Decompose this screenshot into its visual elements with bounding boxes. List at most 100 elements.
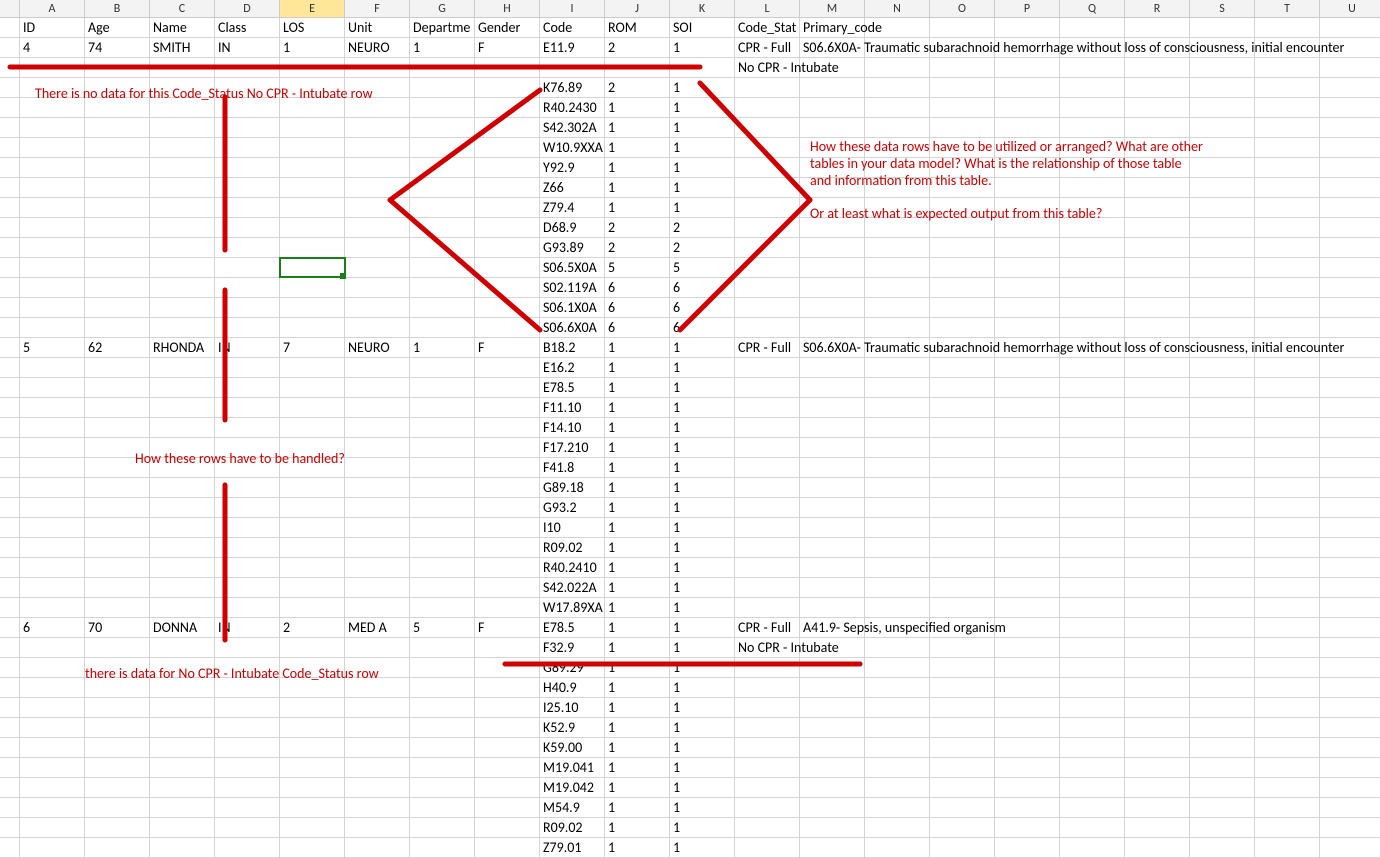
data-cell[interactable] xyxy=(20,718,85,737)
data-cell[interactable] xyxy=(1125,778,1190,797)
data-cell[interactable] xyxy=(475,138,540,157)
data-cell[interactable] xyxy=(475,378,540,397)
data-cell[interactable] xyxy=(1060,798,1125,817)
data-cell[interactable] xyxy=(475,318,540,337)
data-cell[interactable]: 1 xyxy=(605,398,670,417)
data-cell[interactable] xyxy=(1060,318,1125,337)
data-cell[interactable] xyxy=(930,478,995,497)
data-cell[interactable]: 1 xyxy=(670,98,735,117)
data-cell[interactable]: 1 xyxy=(410,338,475,357)
data-cell[interactable] xyxy=(865,658,930,677)
data-cell[interactable] xyxy=(1125,298,1190,317)
data-cell[interactable] xyxy=(865,358,930,377)
data-cell[interactable] xyxy=(85,678,150,697)
data-cell[interactable] xyxy=(930,558,995,577)
data-cell[interactable] xyxy=(1320,278,1380,297)
data-cell[interactable] xyxy=(410,258,475,277)
spreadsheet-grid[interactable]: IDAgeNameClassLOSUnitDepartmeGenderCodeR… xyxy=(0,18,1380,858)
data-cell[interactable]: 5 xyxy=(670,258,735,277)
data-cell[interactable] xyxy=(1125,438,1190,457)
data-cell[interactable] xyxy=(150,478,215,497)
data-cell[interactable] xyxy=(1125,658,1190,677)
data-cell[interactable] xyxy=(800,98,865,117)
data-cell[interactable]: Z79.01 xyxy=(540,838,605,857)
data-cell[interactable] xyxy=(1255,718,1320,737)
data-cell[interactable] xyxy=(1190,498,1255,517)
data-cell[interactable] xyxy=(0,678,20,697)
data-cell[interactable]: 1 xyxy=(605,158,670,177)
data-cell[interactable] xyxy=(410,558,475,577)
data-cell[interactable] xyxy=(1320,578,1380,597)
data-cell[interactable] xyxy=(735,178,800,197)
header-cell[interactable]: Code_Stat xyxy=(735,18,800,37)
data-cell[interactable] xyxy=(995,678,1060,697)
data-cell[interactable] xyxy=(865,578,930,597)
data-cell[interactable]: 1 xyxy=(670,738,735,757)
data-cell[interactable] xyxy=(280,138,345,157)
data-cell[interactable]: 5 xyxy=(20,338,85,357)
data-cell[interactable]: 1 xyxy=(670,78,735,97)
data-cell[interactable] xyxy=(865,98,930,117)
data-cell[interactable] xyxy=(865,278,930,297)
data-cell[interactable] xyxy=(1190,698,1255,717)
data-cell[interactable] xyxy=(865,458,930,477)
data-cell[interactable] xyxy=(280,738,345,757)
data-cell[interactable] xyxy=(1255,178,1320,197)
data-cell[interactable]: 6 xyxy=(670,318,735,337)
data-cell[interactable] xyxy=(1125,418,1190,437)
data-cell[interactable] xyxy=(1320,478,1380,497)
data-cell[interactable] xyxy=(410,358,475,377)
data-cell[interactable] xyxy=(20,318,85,337)
data-cell[interactable] xyxy=(930,718,995,737)
data-cell[interactable] xyxy=(410,158,475,177)
data-cell[interactable]: 1 xyxy=(670,438,735,457)
data-cell[interactable] xyxy=(1190,358,1255,377)
data-cell[interactable] xyxy=(85,718,150,737)
data-cell[interactable] xyxy=(20,198,85,217)
data-cell[interactable] xyxy=(995,638,1060,657)
data-cell[interactable] xyxy=(1060,778,1125,797)
data-cell[interactable] xyxy=(995,378,1060,397)
data-cell[interactable] xyxy=(865,258,930,277)
data-cell[interactable] xyxy=(1125,198,1190,217)
data-cell[interactable] xyxy=(735,578,800,597)
data-cell[interactable] xyxy=(735,718,800,737)
data-cell[interactable] xyxy=(475,58,540,77)
data-cell[interactable] xyxy=(930,778,995,797)
data-cell[interactable] xyxy=(735,478,800,497)
data-cell[interactable] xyxy=(1255,438,1320,457)
data-cell[interactable] xyxy=(930,418,995,437)
data-cell[interactable] xyxy=(0,238,20,257)
data-cell[interactable] xyxy=(280,358,345,377)
data-cell[interactable] xyxy=(930,178,995,197)
data-cell[interactable] xyxy=(345,498,410,517)
data-cell[interactable] xyxy=(475,698,540,717)
data-cell[interactable] xyxy=(280,318,345,337)
data-cell[interactable] xyxy=(1125,78,1190,97)
data-cell[interactable] xyxy=(865,798,930,817)
data-cell[interactable] xyxy=(1190,298,1255,317)
data-cell[interactable]: F11.10 xyxy=(540,398,605,417)
data-cell[interactable] xyxy=(280,278,345,297)
data-cell[interactable] xyxy=(1255,778,1320,797)
data-cell[interactable]: 1 xyxy=(605,638,670,657)
data-cell[interactable]: W17.89XA xyxy=(540,598,605,617)
data-cell[interactable] xyxy=(930,818,995,837)
data-cell[interactable] xyxy=(1320,178,1380,197)
data-cell[interactable] xyxy=(1255,678,1320,697)
data-cell[interactable] xyxy=(1190,618,1255,637)
data-cell[interactable] xyxy=(865,718,930,737)
data-cell[interactable]: NEURO xyxy=(345,338,410,357)
data-cell[interactable]: 1 xyxy=(670,118,735,137)
data-cell[interactable] xyxy=(1190,818,1255,837)
column-header[interactable]: K xyxy=(670,0,735,17)
data-cell[interactable] xyxy=(1320,318,1380,337)
data-cell[interactable] xyxy=(1190,438,1255,457)
data-cell[interactable] xyxy=(1125,398,1190,417)
data-cell[interactable] xyxy=(280,818,345,837)
data-cell[interactable]: 1 xyxy=(670,418,735,437)
data-cell[interactable] xyxy=(475,738,540,757)
data-cell[interactable] xyxy=(410,718,475,737)
data-cell[interactable] xyxy=(1190,158,1255,177)
column-header[interactable]: S xyxy=(1190,0,1255,17)
